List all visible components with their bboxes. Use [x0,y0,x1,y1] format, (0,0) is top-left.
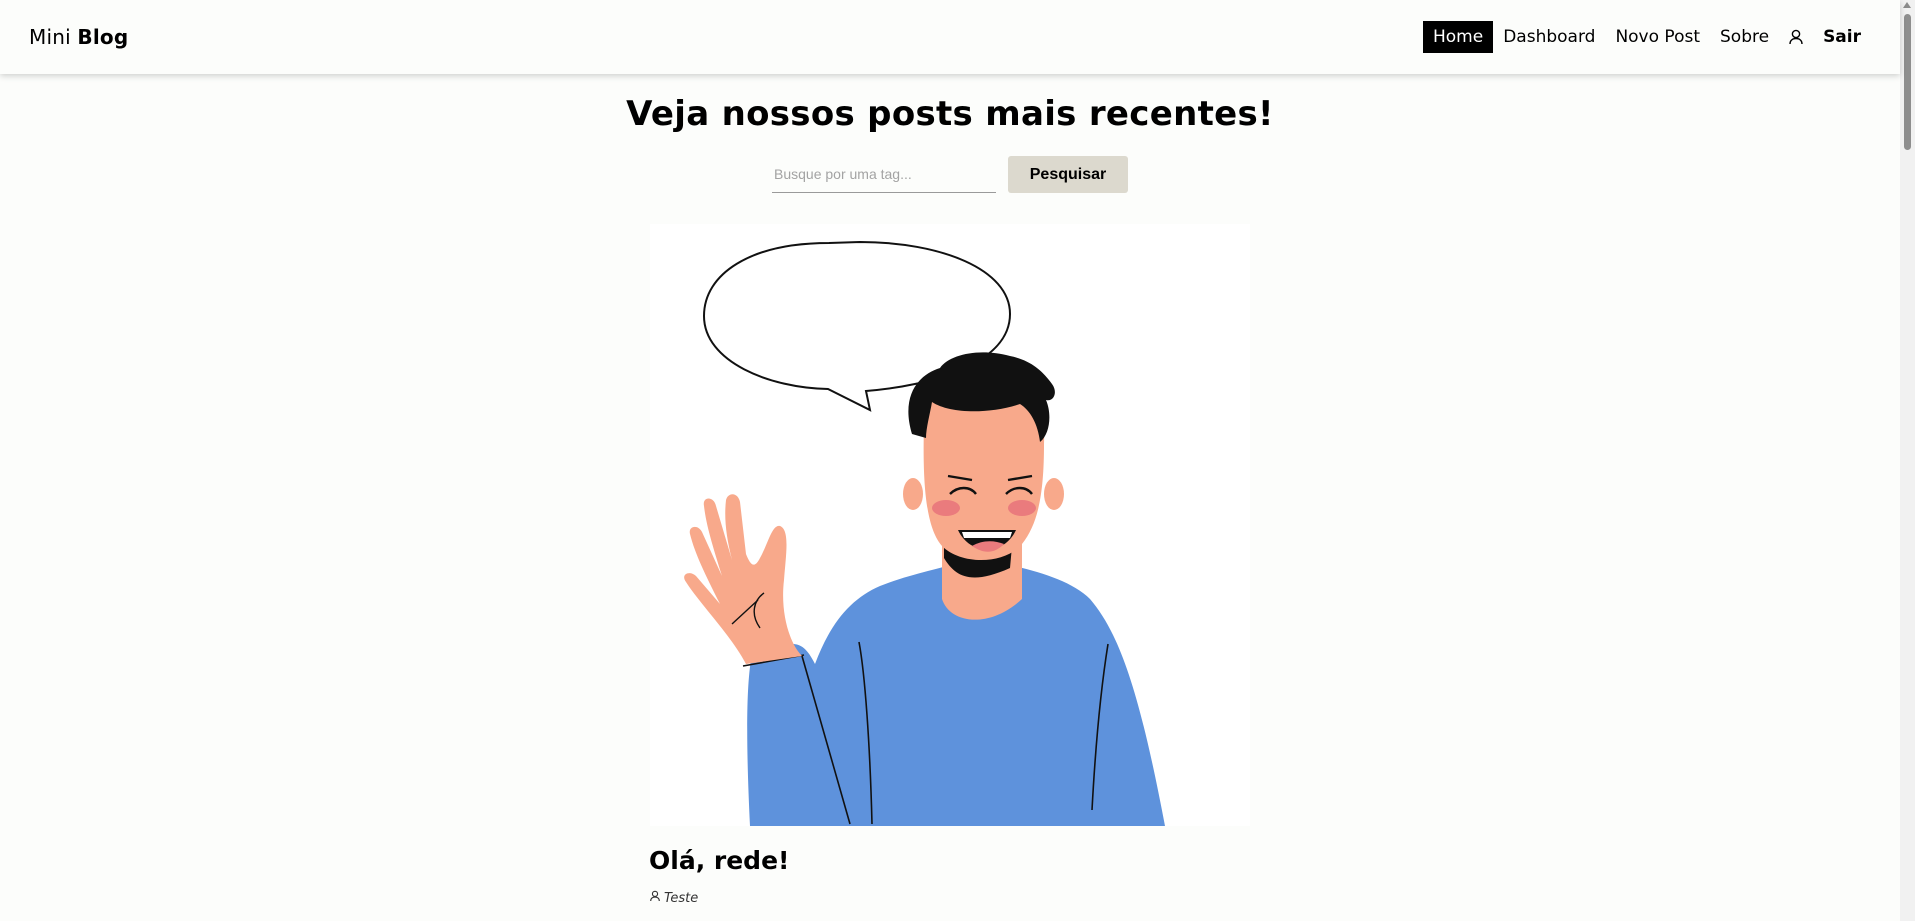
search-form: Pesquisar [772,156,1128,193]
user-icon [650,890,660,906]
nav-dashboard[interactable]: Dashboard [1493,21,1605,53]
waving-person-illustration [684,240,1165,826]
user-icon[interactable] [1779,21,1813,53]
logout-button[interactable]: Sair [1813,21,1871,53]
post-image [650,224,1250,826]
search-input[interactable] [772,156,996,193]
page-title: Veja nossos posts mais recentes! [626,94,1274,134]
scroll-thumb[interactable] [1904,14,1911,150]
nav-about[interactable]: Sobre [1710,21,1779,53]
brand-part-mini: Mini [29,25,71,49]
navbar: Mini Blog Home Dashboard Novo Post Sobre… [0,0,1900,74]
main-nav: Home Dashboard Novo Post Sobre Sair [1423,21,1871,53]
post-title[interactable]: Olá, rede! [649,846,789,875]
scroll-up-arrow-icon[interactable] [1903,2,1911,8]
brand-part-blog: Blog [77,25,129,49]
post-author-name: Teste [664,890,699,906]
nav-new-post[interactable]: Novo Post [1605,21,1710,53]
post-author: Teste [650,890,698,906]
page-scrollbar[interactable] [1900,0,1915,921]
nav-home[interactable]: Home [1423,21,1494,53]
search-button[interactable]: Pesquisar [1008,156,1128,193]
brand-logo[interactable]: Mini Blog [29,25,128,49]
